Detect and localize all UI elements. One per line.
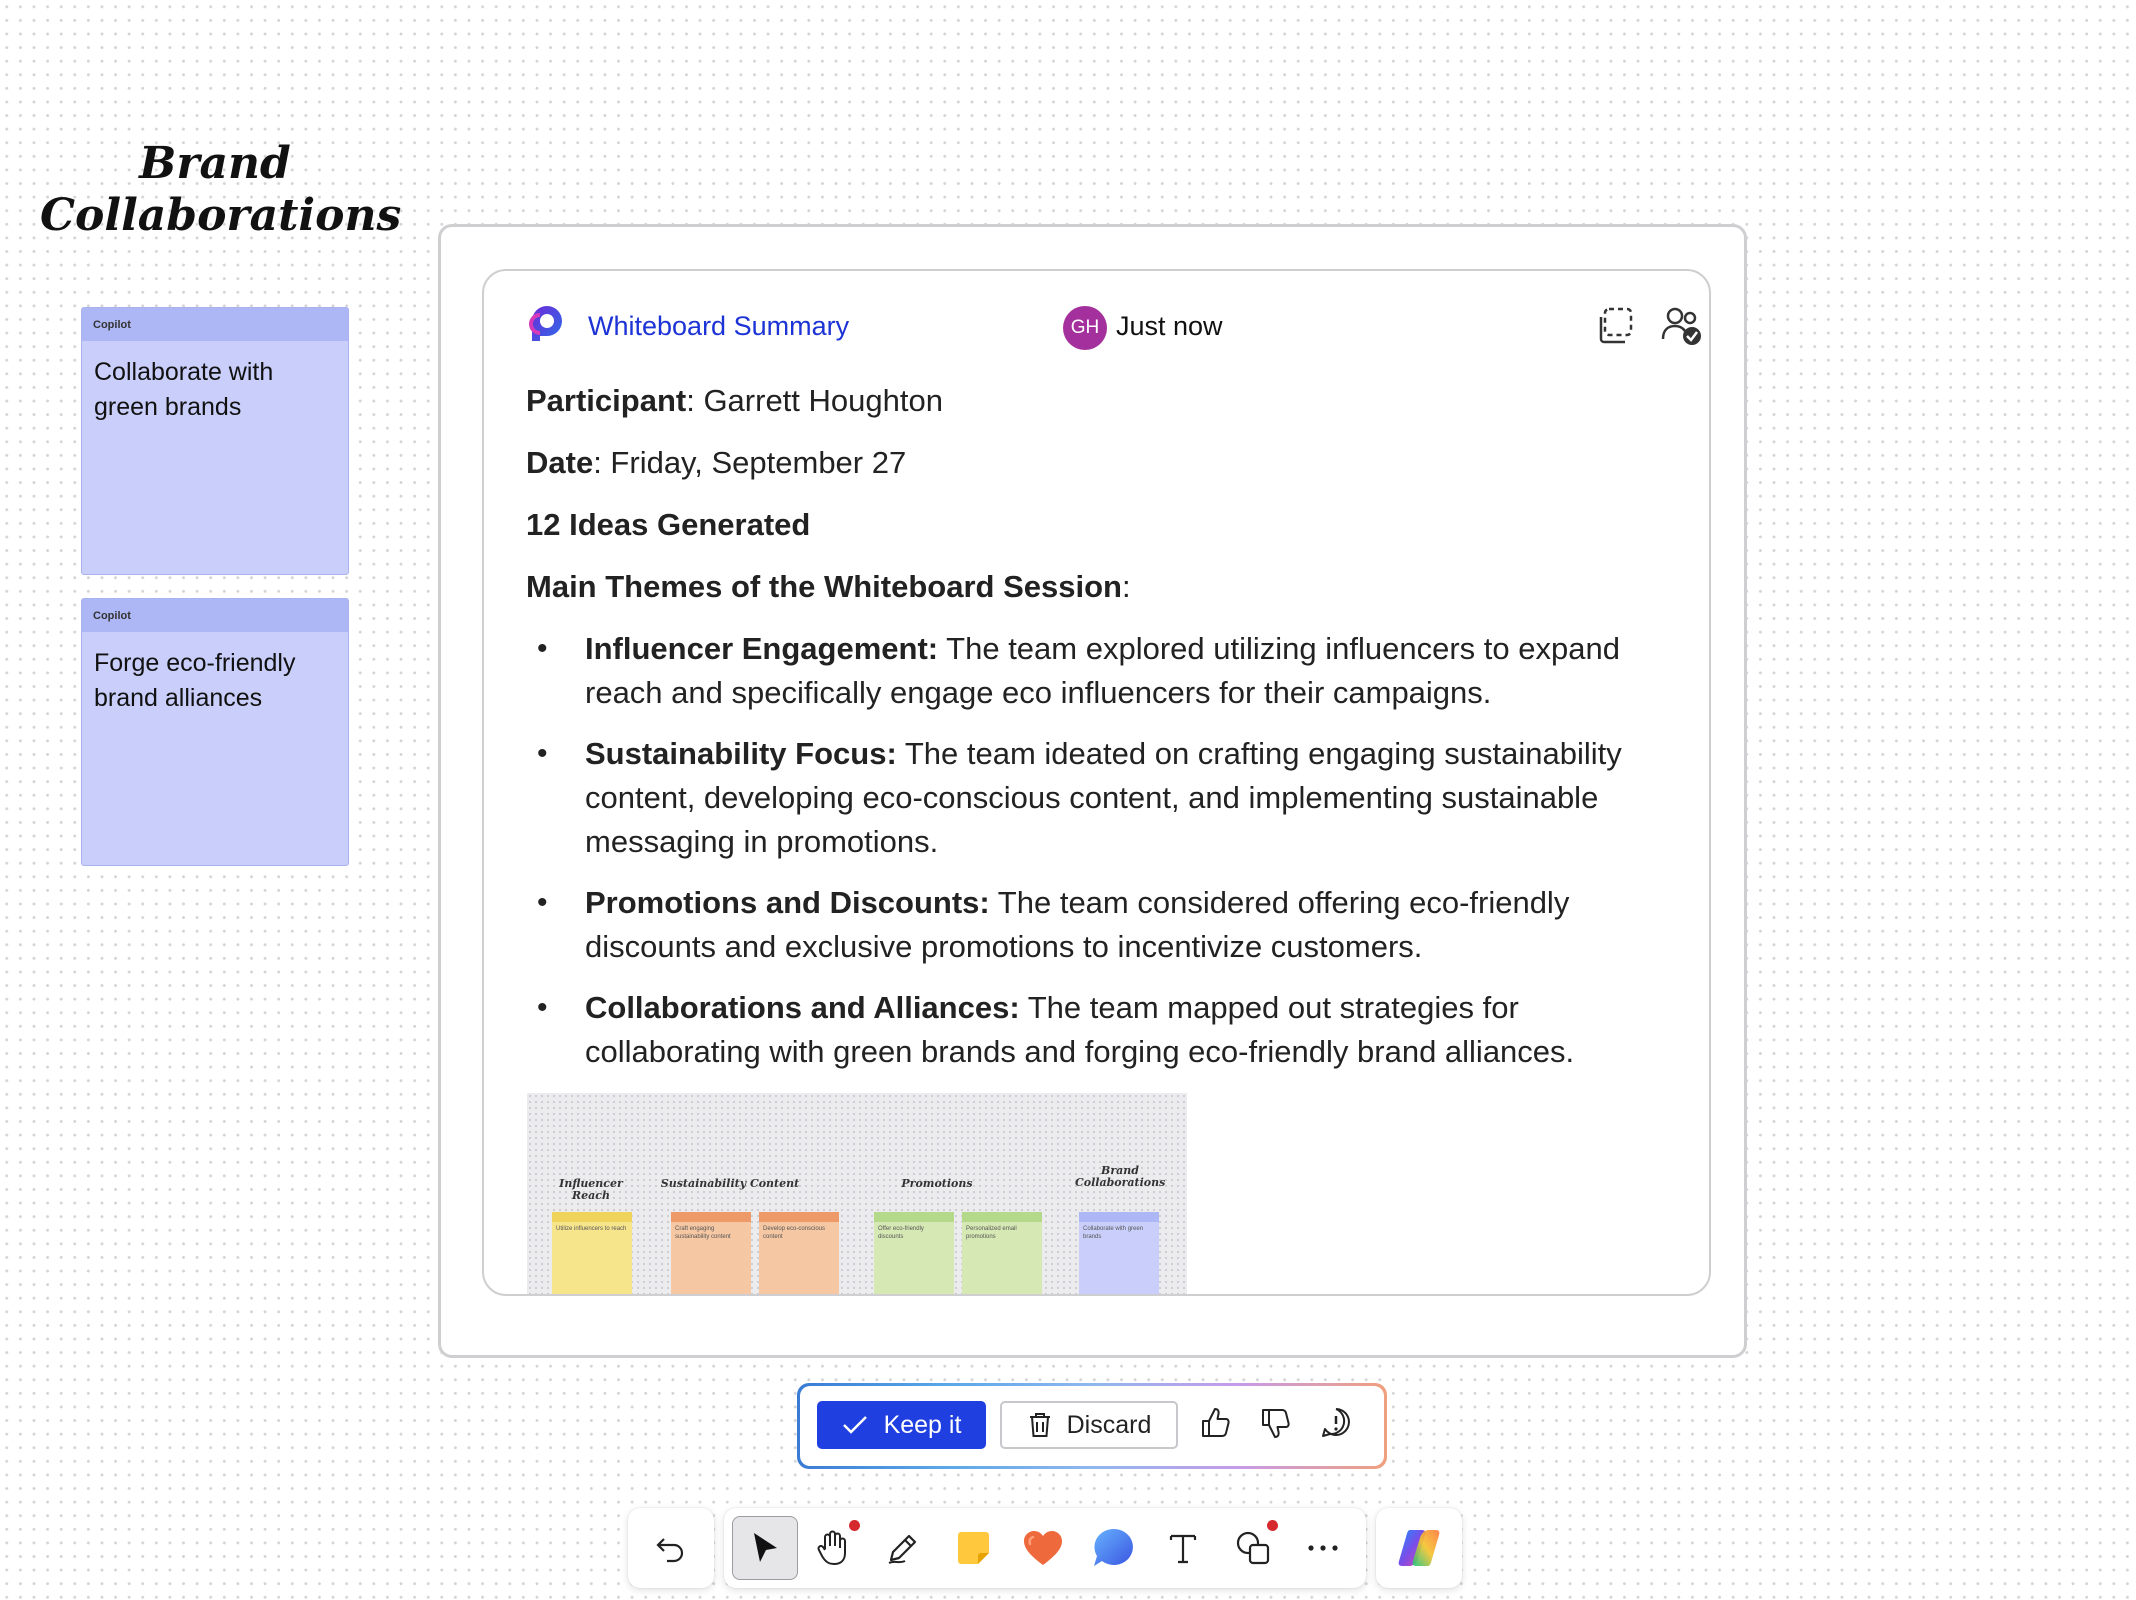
more-button[interactable]	[1288, 1516, 1358, 1580]
thumb-note-text: Develop eco-conscious content	[763, 1226, 826, 1240]
thumb-note-text: Personalized email promotions	[966, 1226, 1017, 1240]
thumb-note-head	[874, 1212, 954, 1222]
keep-it-label: Keep it	[883, 1410, 962, 1439]
copilot-action-bar: Keep it Discard	[797, 1383, 1387, 1469]
more-icon	[1308, 1545, 1338, 1551]
thumb-note-head	[552, 1212, 632, 1222]
heart-icon	[1024, 1531, 1062, 1565]
theme-item: Influencer Engagement: The team explored…	[526, 627, 1659, 715]
copilot-button[interactable]	[1384, 1516, 1454, 1580]
thumbs-down-icon[interactable]	[1258, 1405, 1294, 1441]
select-tool-button[interactable]	[732, 1516, 798, 1580]
thumb-note-head	[671, 1212, 751, 1222]
toolbar-group-copilot	[1376, 1508, 1462, 1588]
themes-heading: Main Themes of the Whiteboard Session:	[526, 569, 1131, 604]
thumb-note-head	[1079, 1212, 1159, 1222]
bottom-toolbar	[628, 1508, 1462, 1588]
sticky-note-icon	[958, 1532, 989, 1564]
keep-it-button[interactable]: Keep it	[817, 1401, 986, 1449]
pen-tool-button[interactable]	[868, 1516, 938, 1580]
theme-item: Collaborations and Alliances: The team m…	[526, 986, 1659, 1074]
toolbar-group-tools	[724, 1508, 1366, 1588]
thumb-note-text: Collaborate with green brands	[1083, 1226, 1144, 1240]
date-line: Date: Friday, September 27	[526, 445, 907, 480]
whiteboard-thumbnail[interactable]: Influencer Reach Sustainability Content …	[527, 1093, 1187, 1294]
comment-icon	[1094, 1528, 1133, 1566]
loop-logo-icon	[529, 306, 562, 341]
thumb-note: Personalized email promotions	[962, 1212, 1042, 1294]
summary-header: Whiteboard Summary GH Just now	[528, 303, 1701, 350]
action-bar-inner: Keep it Discard	[800, 1386, 1384, 1466]
sticky-note-tool-button[interactable]	[938, 1516, 1008, 1580]
shapes-tool-button[interactable]	[1218, 1516, 1288, 1580]
sticky-note-text: Forge eco-friendly brand alliances	[94, 649, 296, 712]
ideas-count: 12 Ideas Generated	[526, 507, 811, 542]
discard-label: Discard	[1066, 1410, 1152, 1439]
pen-icon	[888, 1534, 917, 1564]
check-icon	[842, 1416, 867, 1434]
theme-item: Promotions and Discounts: The team consi…	[526, 881, 1659, 969]
thumb-note: Craft engaging sustainability content	[671, 1212, 751, 1294]
thumb-note-head	[759, 1212, 839, 1222]
thumb-note: Utilize influencers to reach	[552, 1212, 632, 1294]
sticky-note-tag: Copilot	[82, 308, 348, 341]
thumb-note: Develop eco-conscious content	[759, 1212, 839, 1294]
board-title: Brand Collaborations	[40, 138, 402, 241]
thumbs-up-icon[interactable]	[1198, 1405, 1234, 1441]
notification-dot	[1267, 1520, 1278, 1531]
thumb-note: Collaborate with green brands	[1079, 1212, 1159, 1294]
sticky-note-text: Collaborate with green brands	[94, 358, 274, 421]
undo-icon	[656, 1538, 684, 1563]
text-icon	[1169, 1534, 1197, 1564]
thumb-label: Brand Collaborations	[1075, 1164, 1166, 1189]
timestamp: Just now	[1116, 311, 1223, 341]
hand-icon	[817, 1530, 846, 1566]
thumb-note-text: Utilize influencers to reach	[556, 1226, 627, 1232]
theme-item: Sustainability Focus: The team ideated o…	[526, 732, 1659, 864]
reaction-tool-button[interactable]	[1008, 1516, 1078, 1580]
thumb-note: Offer eco-friendly discounts	[874, 1212, 954, 1294]
summary-body: Participant: Garrett Houghton Date: Frid…	[526, 381, 1659, 1091]
comment-tool-button[interactable]	[1078, 1516, 1148, 1580]
themes-list: Influencer Engagement: The team explored…	[526, 627, 1659, 1074]
toolbar-group-undo	[628, 1508, 714, 1588]
thumb-note-text: Craft engaging sustainability content	[675, 1226, 731, 1240]
participants-check-icon[interactable]	[1661, 305, 1703, 347]
sticky-note[interactable]: Copilot Collaborate with green brands	[81, 307, 349, 575]
discard-button[interactable]: Discard	[1000, 1401, 1178, 1449]
feedback-icon[interactable]	[1318, 1405, 1354, 1441]
trash-icon	[1029, 1413, 1050, 1437]
thumb-label: Sustainability Content	[660, 1177, 800, 1190]
thumb-note-head	[962, 1212, 1042, 1222]
shapes-icon	[1236, 1531, 1270, 1565]
thumb-label: Influencer Reach	[559, 1177, 623, 1202]
copilot-icon	[1398, 1530, 1440, 1566]
notification-dot	[849, 1520, 860, 1531]
select-arrow-icon	[754, 1533, 777, 1562]
pan-tool-button[interactable]	[798, 1516, 868, 1580]
summary-title: Whiteboard Summary	[588, 311, 850, 341]
sticky-note[interactable]: Copilot Forge eco-friendly brand allianc…	[81, 598, 349, 866]
summary-card[interactable]: Whiteboard Summary GH Just now Participa…	[482, 269, 1711, 1296]
participant-line: Participant: Garrett Houghton	[526, 383, 943, 418]
thumb-label: Promotions	[901, 1177, 973, 1190]
undo-button[interactable]	[636, 1516, 706, 1580]
text-tool-button[interactable]	[1148, 1516, 1218, 1580]
avatar: GH	[1063, 306, 1107, 350]
thumb-note-text: Offer eco-friendly discounts	[878, 1226, 924, 1240]
sticky-note-tag: Copilot	[82, 599, 348, 632]
select-area-icon[interactable]	[1595, 305, 1637, 347]
